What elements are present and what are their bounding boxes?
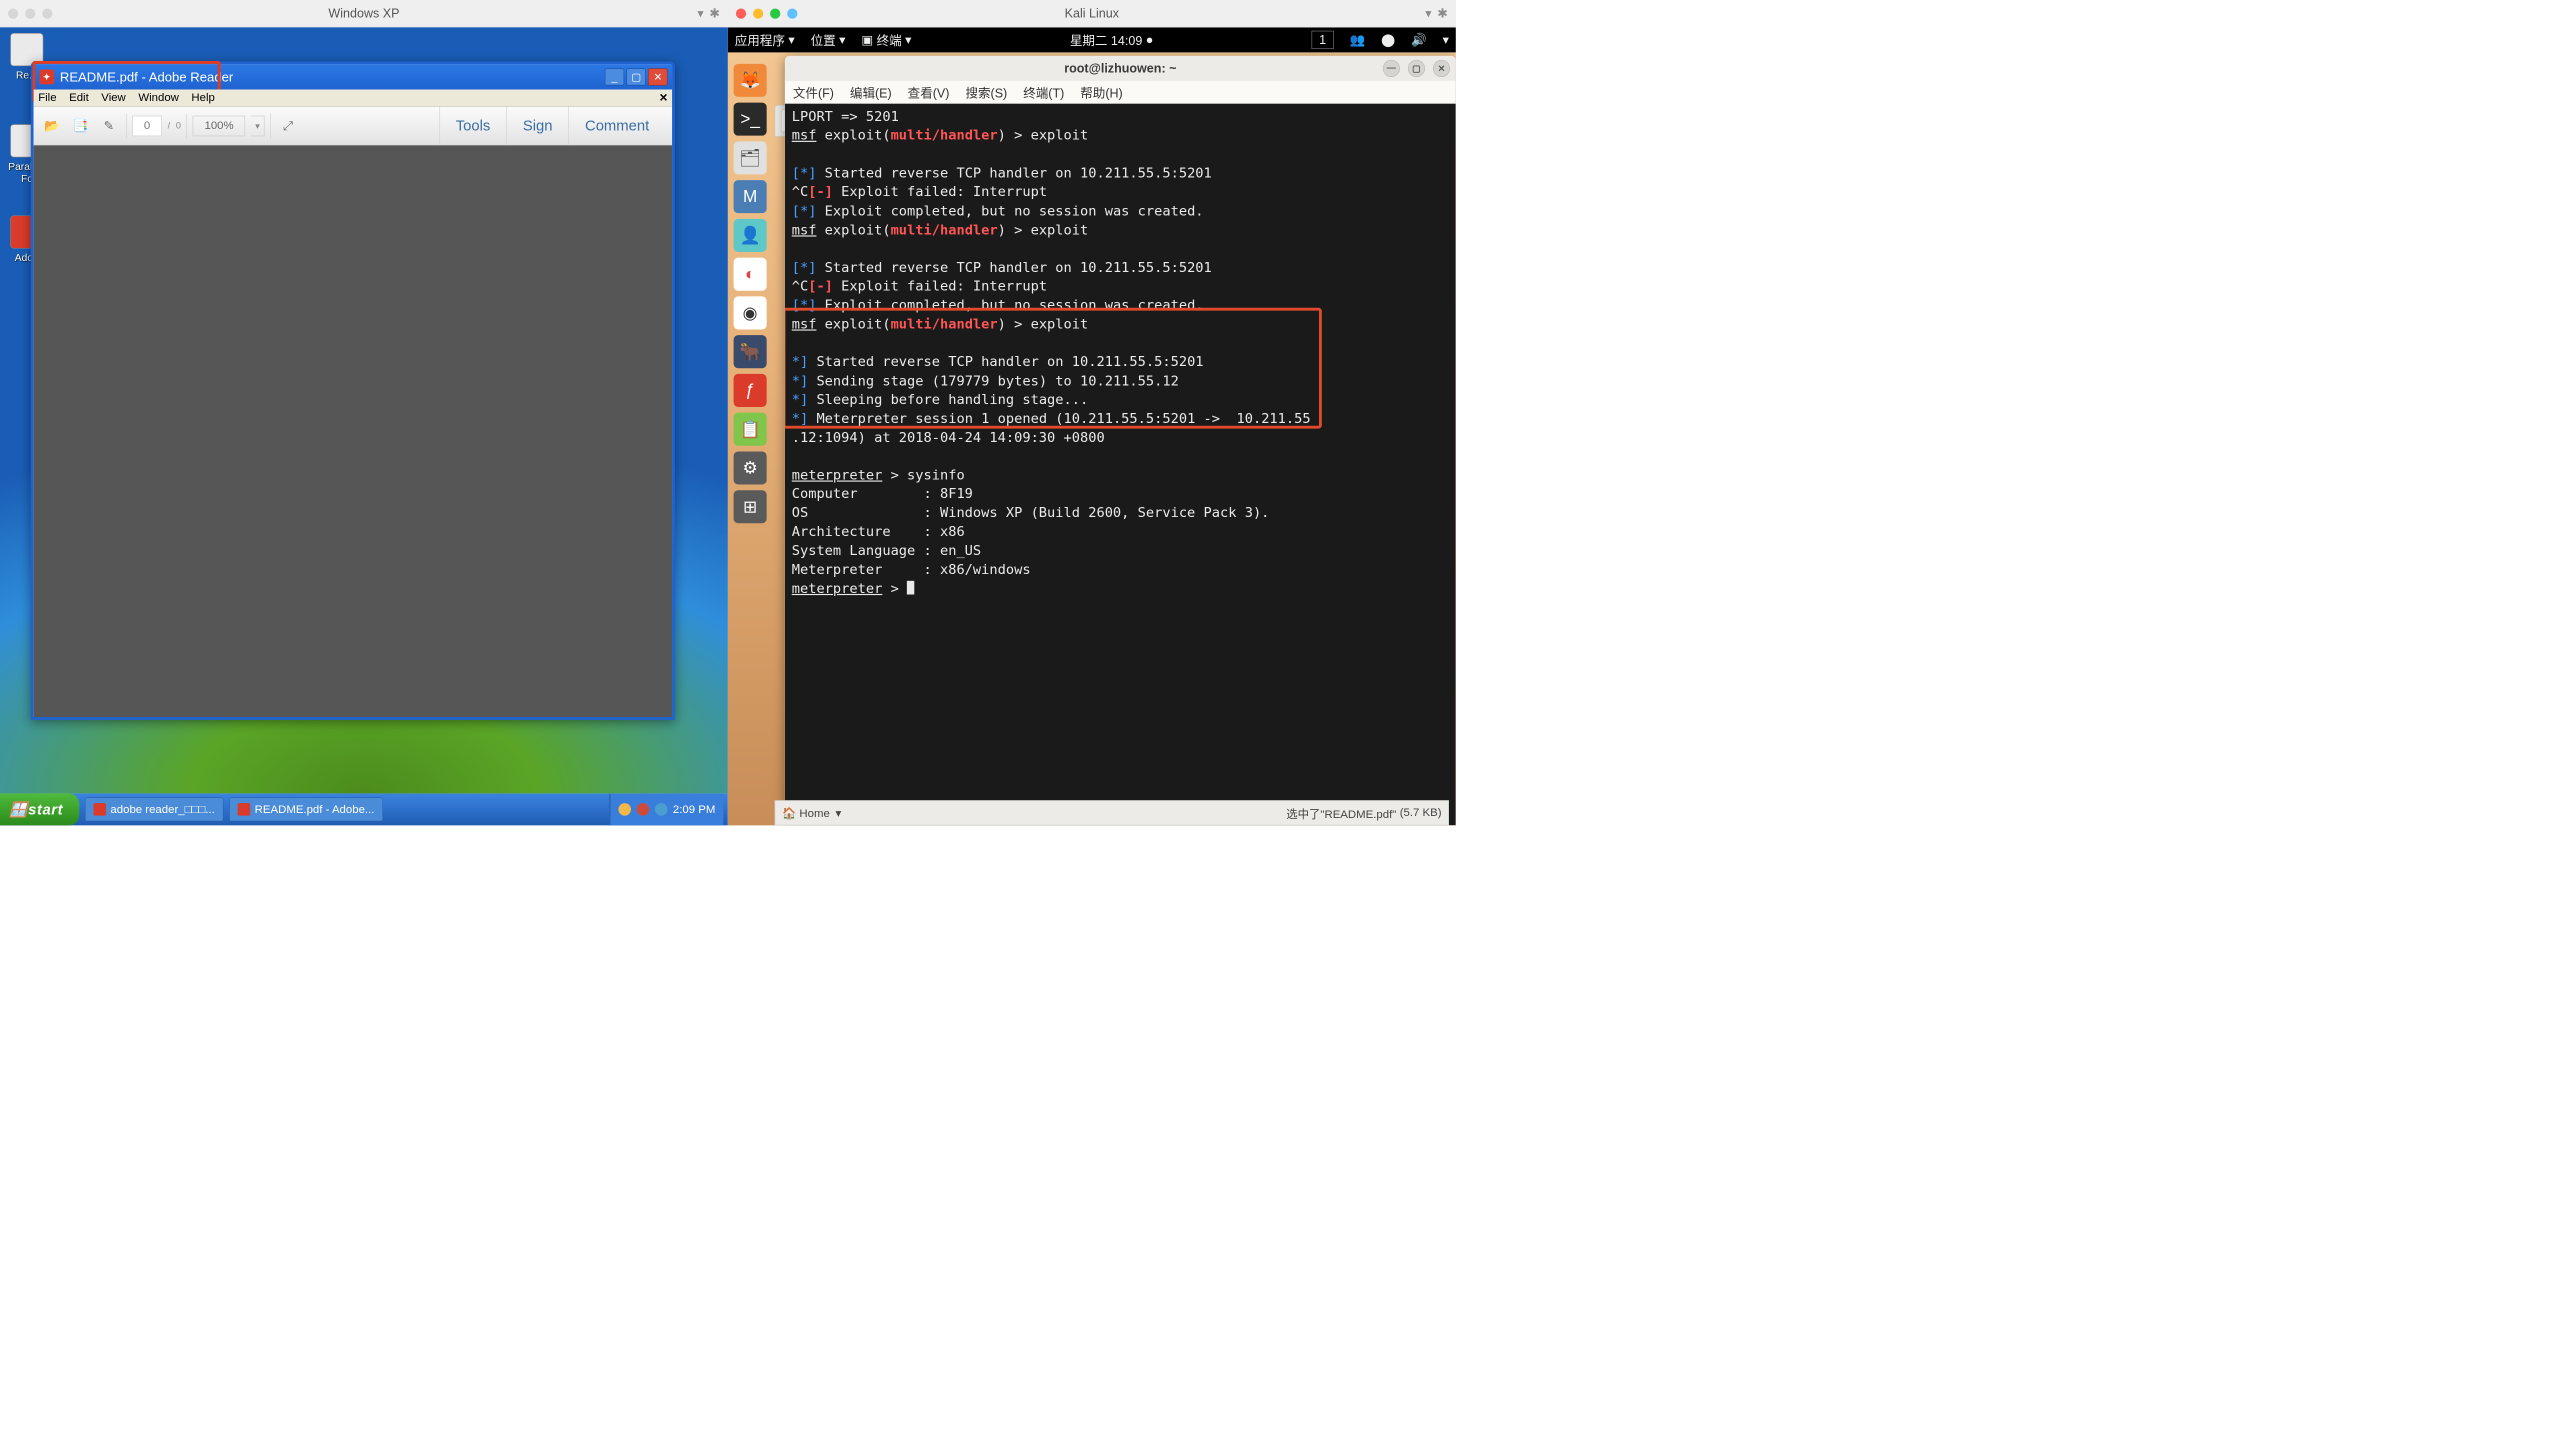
minimize-button[interactable]: _ [605,68,624,85]
tab-tools[interactable]: Tools [439,107,506,145]
close-button[interactable]: ✕ [648,68,667,85]
pdf-icon [93,803,106,816]
leafpad-icon[interactable]: 📋 [734,413,767,446]
xp-taskbar: 🪟 start adobe reader_□□□... README.pdf -… [0,793,728,825]
terminal-window: root@lizhuowen: ~ — ▢ ✕ 文件(F) 编辑(E) 查看(V… [785,56,1456,825]
page-current-input[interactable] [132,115,162,136]
users-icon[interactable]: 👥 [1349,32,1365,47]
menu-view[interactable]: 查看(V) [908,83,950,101]
sidebar-home[interactable]: 🏠 Home [782,806,830,820]
files-icon[interactable]: 🗂 [734,141,767,174]
menu-terminal[interactable]: ▣ 终端 ▾ [861,31,911,49]
armitage-icon[interactable]: 👤 [734,219,767,252]
beef-icon[interactable]: 🐂 [734,335,767,368]
tray-icon[interactable] [618,803,631,816]
tray-icon[interactable] [636,803,649,816]
doc-close-icon[interactable]: × [659,90,667,106]
firefox-icon[interactable]: 🦊 [734,64,767,97]
menubar-datetime[interactable]: 星期二 14:09 ● [1070,31,1153,49]
faraday-icon[interactable]: ƒ [734,374,767,407]
menu-search[interactable]: 搜索(S) [965,83,1007,101]
status-selected: 选中了"README.pdf" [1286,805,1396,822]
menu-window[interactable]: Window [138,91,179,104]
adobe-reader-window: ✦ README.pdf - Adobe Reader _ ▢ ✕ File E… [31,62,675,720]
start-button[interactable]: 🪟 start [0,793,79,825]
menu-file[interactable]: 文件(F) [793,83,834,101]
zoom-value[interactable]: 100% [193,115,245,136]
vm-titlebar-kali: Kali Linux ▾ ✱ [728,0,1456,27]
maltego-icon[interactable]: ◉ [734,296,767,329]
adobe-toolbar: 📂 📑 ✎ / 0 100% ▾ ⤢ Tools Sign Comment [34,107,672,146]
menu-terminal[interactable]: 终端(T) [1023,83,1064,101]
terminal-titlebar[interactable]: root@lizhuowen: ~ — ▢ ✕ [785,56,1456,81]
chevron-down-icon[interactable]: ▾ [1425,6,1431,21]
status-size: (5.7 KB) [1400,806,1442,819]
mac-traffic-lights[interactable] [8,8,52,18]
show-apps-icon[interactable]: ⊞ [734,490,767,523]
menu-applications[interactable]: 应用程序 ▾ [735,31,795,49]
pdf-icon [238,803,251,816]
chevron-down-icon[interactable]: ▾ [697,6,703,21]
volume-icon[interactable]: 🔊 [1411,32,1427,47]
maximize-button[interactable]: ▢ [1408,60,1425,77]
taskbar-item[interactable]: README.pdf - Adobe... [229,797,383,821]
page-sep: / [168,121,171,131]
vm-title: Kali Linux [1065,6,1119,21]
edit-icon[interactable]: ✎ [97,114,120,137]
maximize-button[interactable]: ▢ [626,68,645,85]
tray-clock[interactable]: 2:09 PM [673,803,715,816]
menu-view[interactable]: View [101,91,126,104]
tab-sign[interactable]: Sign [506,107,568,145]
tab-comment[interactable]: Comment [568,107,665,145]
gear-icon[interactable]: ✱ [1437,6,1448,21]
terminal-icon: ▣ [861,32,873,47]
terminal-icon[interactable]: >_ [734,103,767,136]
record-icon[interactable]: ⬤ [1381,32,1395,47]
metasploit-icon[interactable]: M [734,180,767,213]
gnome-dock: 🦊 >_ 🗂 M 👤 ◐ ◉ 🐂 ƒ 📋 ⚙ ⊞ [730,64,770,523]
adobe-titlebar[interactable]: ✦ README.pdf - Adobe Reader _ ▢ ✕ [34,64,672,89]
taskbar-item[interactable]: adobe reader_□□□... [85,797,224,821]
menu-places[interactable]: 位置 ▾ [811,31,846,49]
system-tray[interactable]: 2:09 PM [609,793,723,825]
nautilus-statusbar: 🏠 Home ▾ 选中了"README.pdf" (5.7 KB) [775,800,1449,825]
menu-help[interactable]: 帮助(H) [1080,83,1122,101]
open-icon[interactable]: 📂 [40,114,63,137]
tweak-icon[interactable]: ⚙ [734,451,767,484]
zoom-dropdown-icon[interactable]: ▾ [251,115,265,136]
vm-kali-linux: Kali Linux ▾ ✱ 应用程序 ▾ 位置 ▾ ▣ 终端 ▾ 星期二 14… [728,0,1456,825]
vm-titlebar-xp: Windows XP ▾ ✱ [0,0,728,27]
xp-desktop[interactable]: Re... Parallel: Fc Adob ✦ README.pdf - A… [0,27,728,793]
workspace-indicator[interactable]: 1 [1312,31,1334,49]
export-pdf-icon[interactable]: 📑 [69,114,92,137]
pdf-icon: ✦ [39,70,54,85]
chevron-down-icon[interactable]: ▾ [836,806,842,820]
kali-desktop[interactable]: 🦊 >_ 🗂 M 👤 ◐ ◉ 🐂 ƒ 📋 ⚙ ⊞ ‹ root@lizhuowe… [728,52,1456,825]
terminal-title: root@lizhuowen: ~ [1064,61,1176,76]
adobe-document-area[interactable] [34,145,672,717]
gear-icon[interactable]: ✱ [709,6,720,21]
close-button[interactable]: ✕ [1433,60,1450,77]
mac-traffic-lights[interactable] [736,8,798,18]
menu-edit[interactable]: 编辑(E) [850,83,892,101]
terminal-menubar: 文件(F) 编辑(E) 查看(V) 搜索(S) 终端(T) 帮助(H) [785,81,1456,104]
menu-file[interactable]: File [38,91,56,104]
terminal-cursor [907,581,914,595]
adobe-menubar: File Edit View Window Help × [34,89,672,106]
vm-title: Windows XP [328,6,399,21]
minimize-button[interactable]: — [1383,60,1400,77]
gnome-menubar: 应用程序 ▾ 位置 ▾ ▣ 终端 ▾ 星期二 14:09 ● 1 👥 ⬤ 🔊 ▾ [728,27,1456,52]
menu-help[interactable]: Help [191,91,214,104]
terminal-body[interactable]: LPORT => 5201 msf exploit(multi/handler)… [785,104,1456,826]
tray-icon[interactable] [655,803,668,816]
fullscreen-icon[interactable]: ⤢ [277,114,300,137]
adobe-title-text: README.pdf - Adobe Reader [60,69,233,84]
power-icon[interactable]: ▾ [1443,32,1449,47]
vm-windows-xp: Windows XP ▾ ✱ Re... Parallel: Fc Adob ✦… [0,0,728,825]
burp-icon[interactable]: ◐ [734,258,767,291]
menu-edit[interactable]: Edit [69,91,89,104]
page-total: 0 [176,121,181,131]
